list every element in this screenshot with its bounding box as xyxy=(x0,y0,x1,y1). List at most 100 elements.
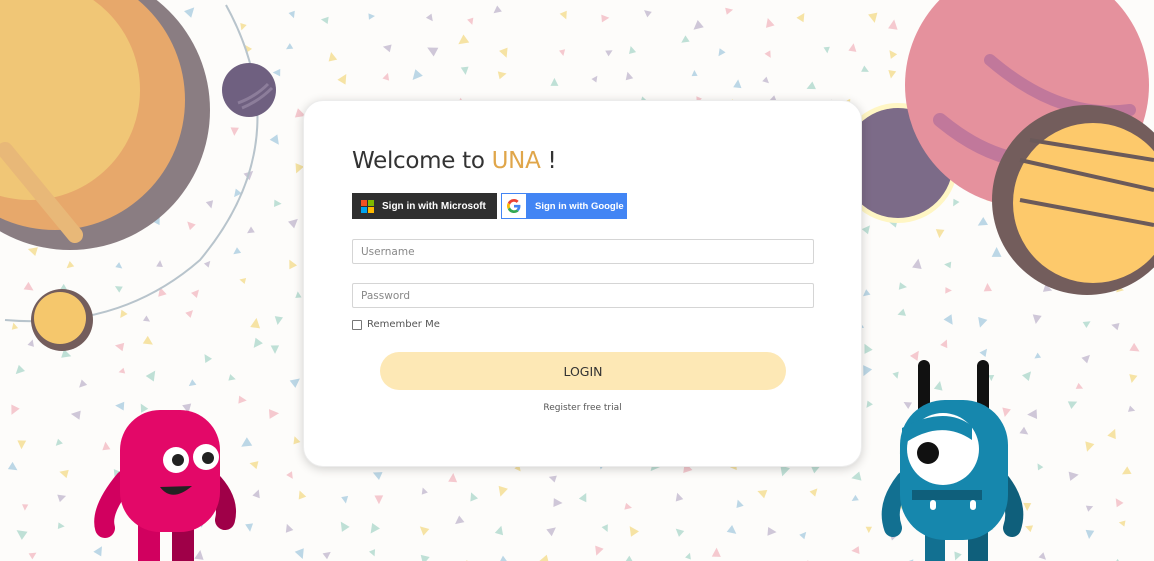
confetti-triangle xyxy=(991,247,1002,257)
confetti-triangle xyxy=(294,548,304,560)
confetti-triangle xyxy=(203,260,211,268)
confetti-triangle xyxy=(293,436,301,445)
confetti-triangle xyxy=(115,262,123,269)
confetti-triangle xyxy=(15,364,26,375)
confetti-triangle xyxy=(499,47,508,58)
confetti-triangle xyxy=(194,550,204,560)
confetti-triangle xyxy=(944,261,952,269)
confetti-triangle xyxy=(644,10,652,18)
confetti-triangle xyxy=(546,527,556,537)
confetti-triangle xyxy=(145,370,156,382)
confetti-triangle xyxy=(1025,525,1034,533)
confetti-triangle xyxy=(23,281,34,291)
confetti-triangle xyxy=(114,286,123,293)
username-input[interactable] xyxy=(352,239,814,264)
confetti-triangle xyxy=(17,440,27,450)
confetti-triangle xyxy=(16,530,28,540)
confetti-triangle xyxy=(601,14,610,23)
confetti-triangle xyxy=(1067,401,1078,409)
confetti-triangle xyxy=(22,504,29,511)
confetti-triangle xyxy=(1037,463,1044,471)
confetti-triangle xyxy=(70,410,81,420)
confetti-triangle xyxy=(935,229,945,239)
confetti-triangle xyxy=(898,282,907,290)
confetti-triangle xyxy=(66,261,75,269)
confetti-triangle xyxy=(1085,505,1094,512)
confetti-triangle xyxy=(1075,382,1084,389)
microsoft-signin-button[interactable]: Sign in with Microsoft xyxy=(352,193,497,219)
confetti-triangle xyxy=(1034,352,1042,359)
confetti-triangle xyxy=(57,522,65,529)
confetti-triangle xyxy=(460,66,469,75)
confetti-triangle xyxy=(888,69,897,79)
blue-monster xyxy=(881,360,1024,561)
confetti-triangle xyxy=(245,523,254,532)
confetti-triangle xyxy=(1115,498,1124,508)
confetti-triangle xyxy=(288,218,298,229)
page-title: Welcome to UNA ! xyxy=(352,148,557,174)
confetti-triangle xyxy=(1019,426,1029,435)
remember-me-checkbox[interactable] xyxy=(352,319,362,330)
confetti-triangle xyxy=(448,473,458,483)
confetti-triangle xyxy=(799,531,807,540)
confetti-triangle xyxy=(983,282,992,292)
confetti-triangle xyxy=(851,546,860,554)
confetti-triangle xyxy=(55,438,63,446)
confetti-triangle xyxy=(493,5,502,14)
confetti-triangle xyxy=(320,16,329,24)
title-suffix: ! xyxy=(540,148,557,174)
pink-monster xyxy=(94,410,236,561)
confetti-triangle xyxy=(185,310,194,318)
confetti-triangle xyxy=(11,404,20,415)
confetti-triangle xyxy=(425,13,433,22)
confetti-triangle xyxy=(419,526,430,536)
confetti-triangle xyxy=(470,492,479,502)
confetti-triangle xyxy=(382,44,392,53)
confetti-triangle xyxy=(269,134,279,145)
confetti-triangle xyxy=(497,555,509,561)
confetti-triangle xyxy=(372,472,383,481)
confetti-triangle xyxy=(888,19,898,30)
confetti-triangle xyxy=(114,342,125,352)
confetti-triangle xyxy=(204,354,213,363)
confetti-triangle xyxy=(624,502,632,510)
confetti-triangle xyxy=(861,225,870,235)
confetti-triangle xyxy=(866,400,873,408)
confetti-triangle xyxy=(625,71,634,81)
confetti-triangle xyxy=(892,371,899,379)
confetti-triangle xyxy=(289,259,298,270)
remember-me-label: Remember Me xyxy=(367,319,440,330)
password-input[interactable] xyxy=(352,283,814,308)
confetti-triangle xyxy=(272,68,281,77)
confetti-triangle xyxy=(28,552,37,560)
confetti-triangle xyxy=(1129,374,1138,384)
confetti-triangle xyxy=(286,471,293,479)
login-card: Welcome to UNA ! Sign in with Microsoft … xyxy=(303,100,862,467)
confetti-triangle xyxy=(421,487,428,495)
confetti-triangle xyxy=(767,527,777,536)
confetti-triangle xyxy=(184,7,195,18)
confetti-triangle xyxy=(328,52,338,62)
confetti-triangle xyxy=(233,247,242,255)
confetti-triangle xyxy=(736,499,744,509)
confetti-triangle xyxy=(118,367,126,374)
confetti-triangle xyxy=(681,35,690,43)
register-trial-label[interactable]: Register free trial xyxy=(543,403,621,413)
confetti-triangle xyxy=(7,461,18,471)
confetti-triangle xyxy=(559,10,567,20)
confetti-triangle xyxy=(675,528,685,537)
google-signin-button[interactable]: Sign in with Google xyxy=(501,193,627,219)
confetti-triangle xyxy=(765,18,775,28)
confetti-triangle xyxy=(374,495,384,505)
confetti-triangle xyxy=(252,489,260,499)
confetti-triangle xyxy=(322,551,331,560)
confetti-triangle xyxy=(897,308,906,316)
confetti-triangle xyxy=(1118,520,1126,527)
confetti-triangle xyxy=(368,13,375,20)
confetti-triangle xyxy=(59,469,69,479)
confetti-triangle xyxy=(796,12,805,23)
confetti-triangle xyxy=(1129,342,1140,352)
login-button[interactable]: LOGIN xyxy=(380,352,786,390)
confetti-triangle xyxy=(143,315,151,322)
confetti-triangle xyxy=(693,20,704,30)
